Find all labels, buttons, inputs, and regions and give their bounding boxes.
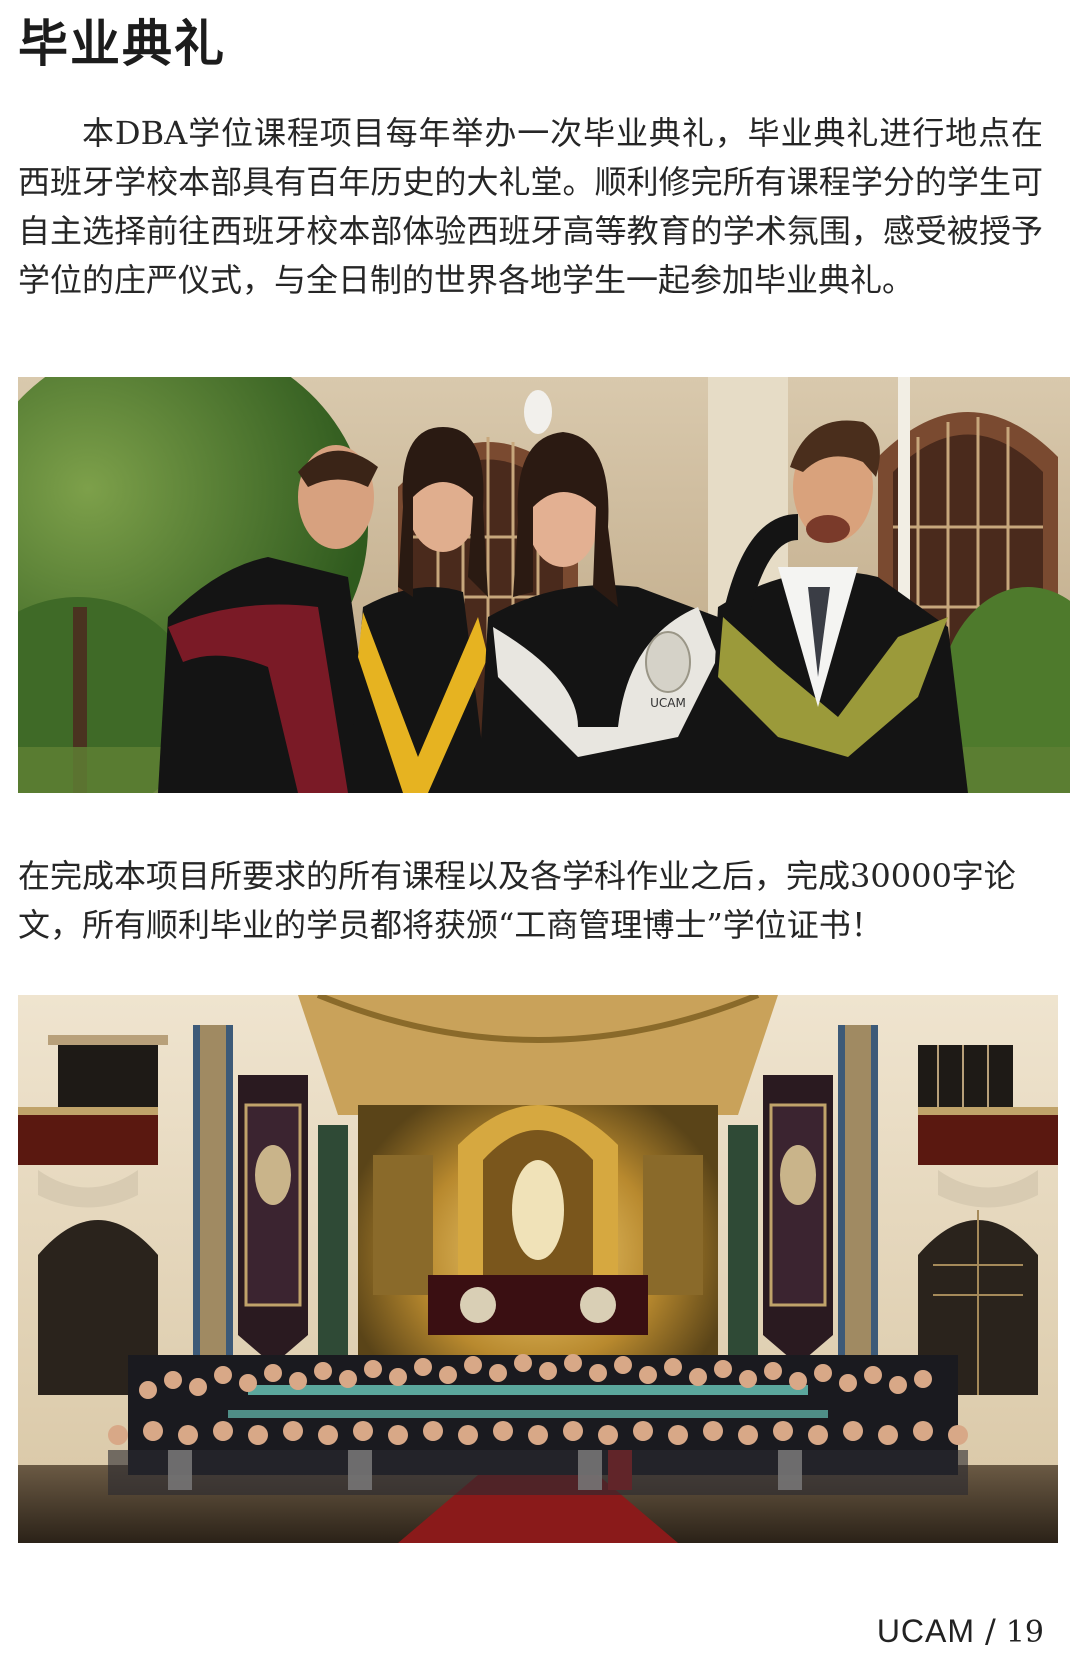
page-title: 毕业典礼 [18, 15, 226, 73]
intro-paragraph: 本DBA学位课程项目每年举办一次毕业典礼，毕业典礼进行地点在西班牙学校本部具有百… [18, 114, 1043, 299]
footer-separator: / [985, 1612, 996, 1650]
graduates-crowd [108, 1354, 968, 1495]
thesis-paragraph: 在完成本项目所要求的所有课程以及各学科作业之后，完成30000字论文，所有顺利毕… [18, 857, 1016, 944]
page-footer: UCAM / 19 [877, 1612, 1044, 1656]
stole-label: UCAM [650, 696, 686, 710]
footer-brand: UCAM [876, 1613, 976, 1649]
page-number: 19 [1005, 1615, 1044, 1650]
graduates-photo: UCAM [18, 377, 1070, 793]
ceremony-hall-photo [18, 995, 1058, 1543]
